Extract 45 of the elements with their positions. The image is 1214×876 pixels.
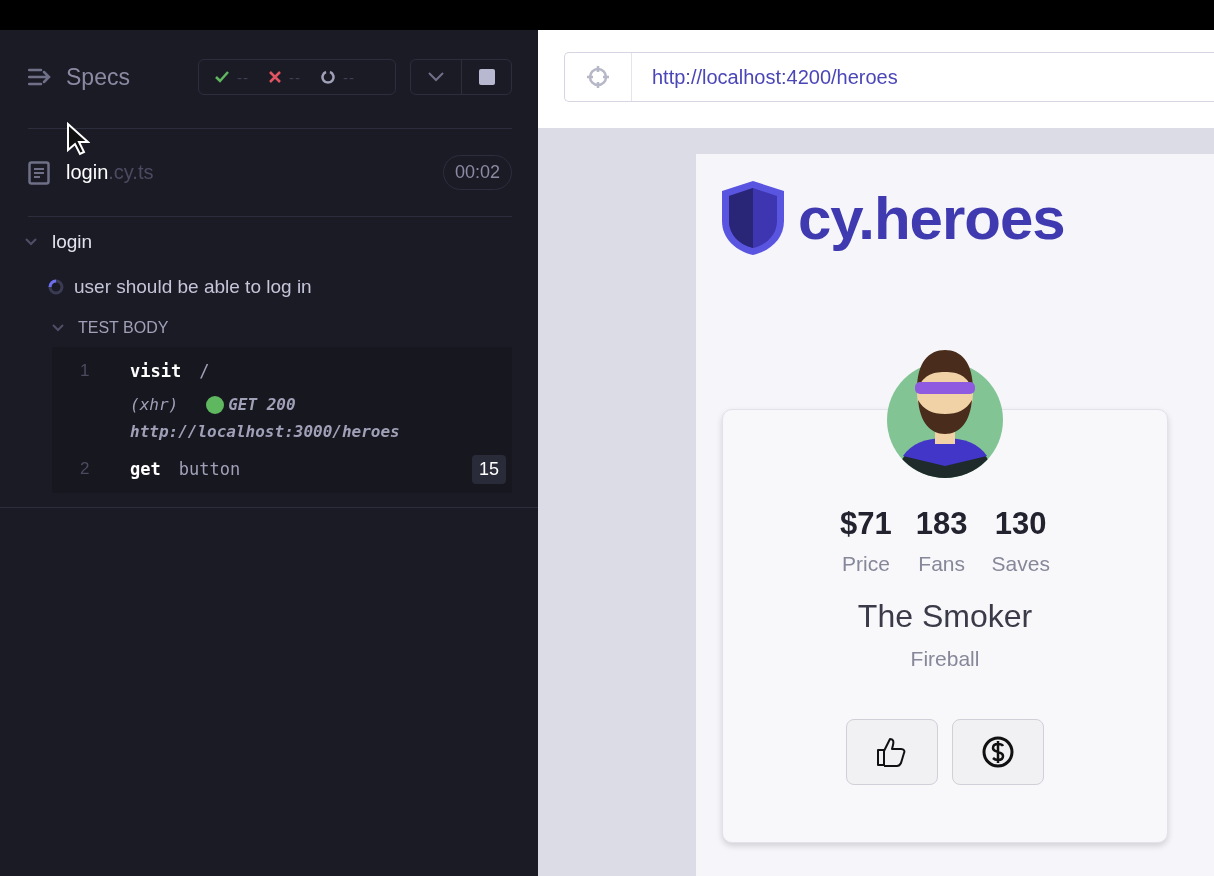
specs-list-icon[interactable] [28,68,52,86]
chevron-icon[interactable] [25,238,37,246]
request-type: (xhr) [130,395,179,414]
check-icon [215,71,229,83]
stat-count: -- [289,68,301,86]
logo-text: cy.heroes [798,183,1065,253]
stat-value: $71 [840,506,892,542]
stat-count: -- [237,68,249,86]
request-status: GET 200 [228,395,296,414]
buy-button[interactable] [952,719,1044,785]
line-number: 1 [79,361,91,381]
status-dot-icon [206,395,225,414]
spec-file-name[interactable]: login.cy.ts [66,161,443,184]
suite-title[interactable]: login [52,231,93,253]
command-message: button [178,459,241,479]
section-label[interactable]: TEST BODY [78,319,169,337]
line-number: 2 [79,459,91,479]
crosshair-icon [586,65,610,89]
panel-title: Specs [66,63,131,91]
request-url[interactable]: http://localhost:3000/heroes [130,422,506,441]
stop-icon [478,69,495,85]
shield-icon [720,179,786,257]
hero-name: The Smoker [857,598,1033,635]
chevron-icon[interactable] [52,324,64,332]
spinner-icon [321,70,335,84]
stat-value: 183 [915,506,968,542]
stat-label: Saves [991,552,1050,576]
stat-value: 130 [994,506,1047,542]
stat-label: Fans [918,552,965,576]
test-title[interactable]: user should be able to log in [74,276,312,298]
command-name[interactable]: visit [130,361,182,381]
url-bar[interactable]: http://localhost:4200/heroes [564,52,1214,102]
command-name[interactable]: get [130,459,161,479]
like-button[interactable] [846,719,938,785]
mouse-cursor-icon [66,122,90,156]
dollar-icon [981,735,1015,769]
hero-power: Fireball [910,647,980,671]
document-icon [28,160,50,185]
cross-icon [269,71,281,83]
element-count-badge: 15 [471,454,506,484]
command-message: / [199,361,210,381]
url-text: http://localhost:4200/heroes [652,65,898,89]
stat-label: Price [842,552,890,576]
stat-count: -- [343,68,355,86]
chevron-down-icon [428,72,444,82]
